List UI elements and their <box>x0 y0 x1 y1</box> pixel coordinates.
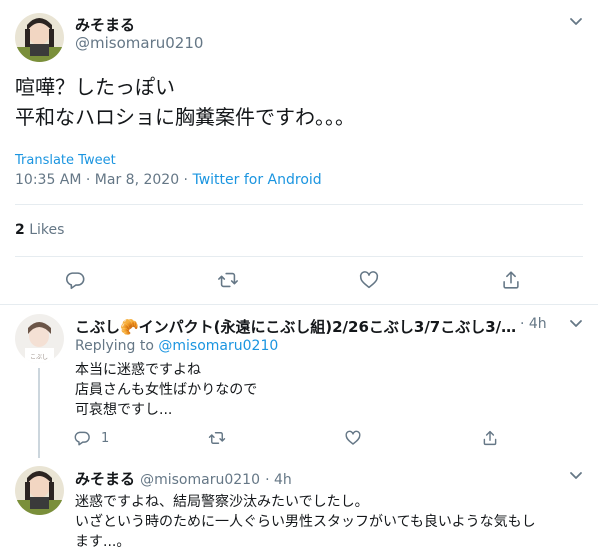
chevron-down-icon[interactable] <box>569 17 583 27</box>
divider <box>0 304 598 305</box>
replying-to: Replying to @misomaru0210 <box>75 338 278 354</box>
like-button[interactable] <box>358 269 380 291</box>
like-button[interactable] <box>344 429 362 447</box>
divider <box>15 256 583 257</box>
share-button[interactable] <box>500 269 522 291</box>
avatar-caption: こぶし <box>30 354 48 361</box>
retweet-button[interactable] <box>216 269 240 291</box>
divider <box>15 204 583 205</box>
reply-text-line: いざという時のために一人ぐらい男性スタッフがいても良いような気もし <box>75 514 536 530</box>
chevron-down-icon[interactable] <box>569 319 583 329</box>
reply-icon <box>74 431 90 446</box>
tweet-text-line: 喧嘩？したっぽい <box>15 75 175 99</box>
tweet-time[interactable]: 10:35 AM · Mar 8, 2020 · <box>15 172 192 188</box>
avatar[interactable] <box>15 466 64 515</box>
tweet-client-link[interactable]: Twitter for Android <box>192 172 321 188</box>
author-handle[interactable]: @misomaru0210 <box>75 34 203 52</box>
share-icon <box>503 271 519 289</box>
avatar[interactable]: こぶし <box>15 314 64 363</box>
replying-to-handle[interactable]: @misomaru0210 <box>158 338 278 354</box>
tweet-timestamp-row: 10:35 AM · Mar 8, 2020 · Twitter for And… <box>15 172 322 188</box>
share-icon <box>483 430 497 446</box>
reply-author-handle[interactable]: @misomaru0210 <box>140 472 260 488</box>
reply-header: みそまる @misomaru0210 · 4h <box>75 468 292 489</box>
reply-author-name[interactable]: みそまる <box>75 470 135 488</box>
reply-button[interactable]: 1 <box>73 429 109 447</box>
likes-label: Likes <box>24 222 65 238</box>
reply-button[interactable] <box>64 269 86 291</box>
avatar[interactable] <box>15 13 64 62</box>
reply-count: 1 <box>101 430 110 446</box>
replying-to-prefix: Replying to <box>75 338 159 354</box>
reply-text-line: 本当に迷惑ですよね <box>75 362 201 378</box>
like-icon <box>345 430 361 445</box>
share-button[interactable] <box>481 429 499 447</box>
reply-text-line: 迷惑ですよね、結局警察沙汰みたいでしたし。 <box>75 494 369 510</box>
likes-count: 2 <box>15 222 25 238</box>
reply-text-line: 店員さんも女性ばかりなので <box>75 382 258 398</box>
reply-author-name[interactable]: こぶし🥐インパクト(永遠にこぶし組)2/26こぶし3/7こぶし3/… <box>75 316 517 337</box>
chevron-down-icon[interactable] <box>569 471 583 481</box>
author-name[interactable]: みそまる <box>75 14 135 35</box>
thread-line <box>38 368 40 458</box>
translate-tweet-link[interactable]: Translate Tweet <box>15 153 116 168</box>
reply-age[interactable]: · 4h <box>265 472 292 488</box>
reply-age[interactable]: · 4h <box>520 316 547 332</box>
likes-stat[interactable]: 2 Likes <box>15 222 64 238</box>
reply-text-line: 可哀想ですし... <box>75 402 173 418</box>
retweet-icon <box>208 432 226 444</box>
tweet-text-line: 平和なハロショに胸糞案件ですわ。。。 <box>15 105 355 129</box>
like-icon <box>359 271 379 289</box>
reply-text-line: ます...。 <box>75 534 131 550</box>
retweet-icon <box>218 272 238 288</box>
retweet-button[interactable] <box>207 429 227 447</box>
reply-icon <box>66 272 85 290</box>
